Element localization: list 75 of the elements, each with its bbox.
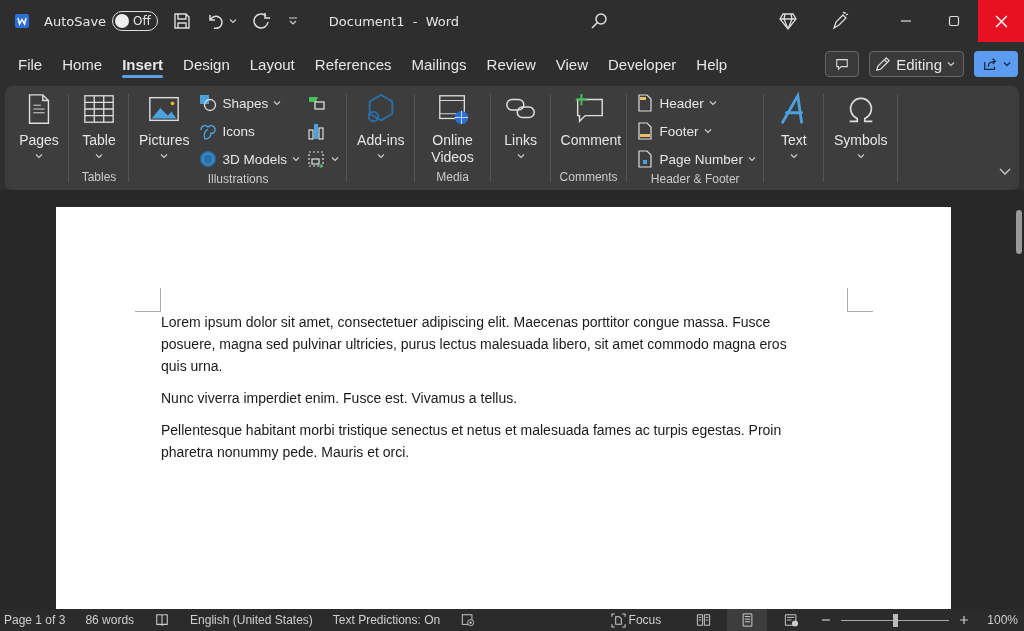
speech-bubble-icon: [835, 57, 850, 71]
caret-icon: [1002, 60, 1011, 68]
web-layout-icon: [783, 613, 799, 627]
paragraph: Pellentesque habitant morbi tristique senectus et netus et malesuada fames ac turpis egestas. Proin pharetra nonummy pede. Mauris et orci.: [161, 421, 783, 462]
scrollbar-thumb[interactable]: [1016, 210, 1022, 254]
ribbon-small-button[interactable]: Page Number: [634, 146, 756, 172]
print-layout-icon: [739, 613, 755, 627]
paragraph: Lorem ipsum dolor sit amet, consectetuer adipiscing elit. Maecenas porttitor congue massa. Fusce posuere, magna sed pulvinar ultricies, purus lectus malesuada libero, sit amet commodo magna eros quis urna.: [161, 313, 788, 376]
ribbon-button[interactable]: Online Videos: [422, 90, 483, 168]
ribbon-button[interactable]: Add-ins: [355, 90, 407, 162]
comments-button[interactable]: [825, 51, 860, 77]
group-label: Media: [436, 170, 469, 184]
share-icon: [981, 56, 998, 72]
zoom-level[interactable]: 100%: [987, 613, 1018, 627]
group-label: Illustrations: [207, 172, 269, 186]
ribbon-tab[interactable]: Mailings: [401, 48, 477, 80]
ribbon-tab[interactable]: Review: [476, 48, 546, 80]
pencil-icon: [874, 55, 892, 73]
ribbon-button[interactable]: Pictures: [137, 90, 192, 162]
group-label: Header & Footer: [650, 172, 740, 186]
redo-icon[interactable]: [250, 11, 271, 31]
word-count[interactable]: 86 words: [85, 613, 135, 627]
table-grid-icon: [82, 92, 116, 126]
ribbon-button[interactable]: Table: [77, 90, 121, 162]
ribbon-button[interactable]: Pages: [17, 90, 61, 162]
group-label: Tables: [81, 170, 117, 184]
paragraph: Nunc viverra imperdiet enim. Fusce est. Vivamus a tellus.: [161, 389, 519, 408]
zoom-in-icon[interactable]: [959, 615, 970, 625]
ribbon-small-button[interactable]: Header: [634, 90, 756, 116]
ribbon-tab[interactable]: Developer: [598, 48, 687, 80]
page-count[interactable]: Page 1 of 3: [4, 613, 66, 627]
ribbon-small-button[interactable]: 3D Models: [197, 146, 301, 172]
word-logo-icon: [14, 13, 30, 29]
accessibility-icon[interactable]: [460, 613, 477, 627]
cube-icon: [197, 149, 218, 169]
group-label: Comments: [559, 170, 618, 184]
maximize-icon: [948, 15, 960, 27]
share-button[interactable]: [974, 51, 1018, 77]
focus-button[interactable]: Focus: [610, 612, 662, 628]
autosave-label: AutoSave: [44, 13, 107, 29]
ribbon-tab[interactable]: Insert: [112, 48, 174, 80]
shapes-icon: [197, 93, 218, 113]
editing-button[interactable]: Editing: [869, 51, 964, 77]
ribbon-tab[interactable]: Help: [686, 48, 738, 80]
ribbon-tab[interactable]: File: [8, 48, 53, 80]
save-icon[interactable]: [171, 11, 192, 31]
ribbon-button[interactable]: Comment: [558, 90, 619, 151]
search-icon[interactable]: [589, 11, 610, 31]
ribbon-tab[interactable]: View: [545, 48, 598, 80]
view-button[interactable]: [727, 609, 768, 631]
margin-corner-mark: [135, 288, 161, 312]
ribbon-button[interactable]: Text: [771, 90, 816, 162]
window-title: Document1 - Word: [328, 13, 460, 29]
ribbon-button[interactable]: Symbols: [831, 90, 890, 162]
ribbon-tab[interactable]: Home: [52, 48, 113, 80]
screenshot-icon: [306, 149, 327, 169]
caret-icon: [947, 60, 955, 68]
book-check-icon[interactable]: [154, 613, 171, 627]
text-predictions-status[interactable]: Text Predictions: On: [332, 613, 441, 627]
close-icon: [994, 14, 1008, 28]
ribbon-small-button[interactable]: Icons: [197, 118, 301, 144]
bar-chart-icon: [306, 121, 327, 141]
focus-icon: [610, 612, 626, 628]
ribbon-tab[interactable]: Design: [173, 48, 240, 80]
ribbon-button[interactable]: Links: [498, 90, 543, 162]
pen-icon[interactable]: [830, 11, 850, 31]
language-status[interactable]: English (United States): [190, 613, 313, 627]
caret-icon[interactable]: [228, 17, 237, 25]
ribbon-small-button[interactable]: Shapes: [197, 90, 301, 116]
ribbon-tab[interactable]: Layout: [239, 48, 305, 80]
margin-corner-mark: [847, 288, 873, 312]
ribbon-tab[interactable]: References: [304, 48, 402, 80]
diamond-icon[interactable]: [778, 11, 798, 31]
ribbon-small-button[interactable]: Footer: [634, 118, 756, 144]
read-mode-icon: [695, 613, 711, 627]
